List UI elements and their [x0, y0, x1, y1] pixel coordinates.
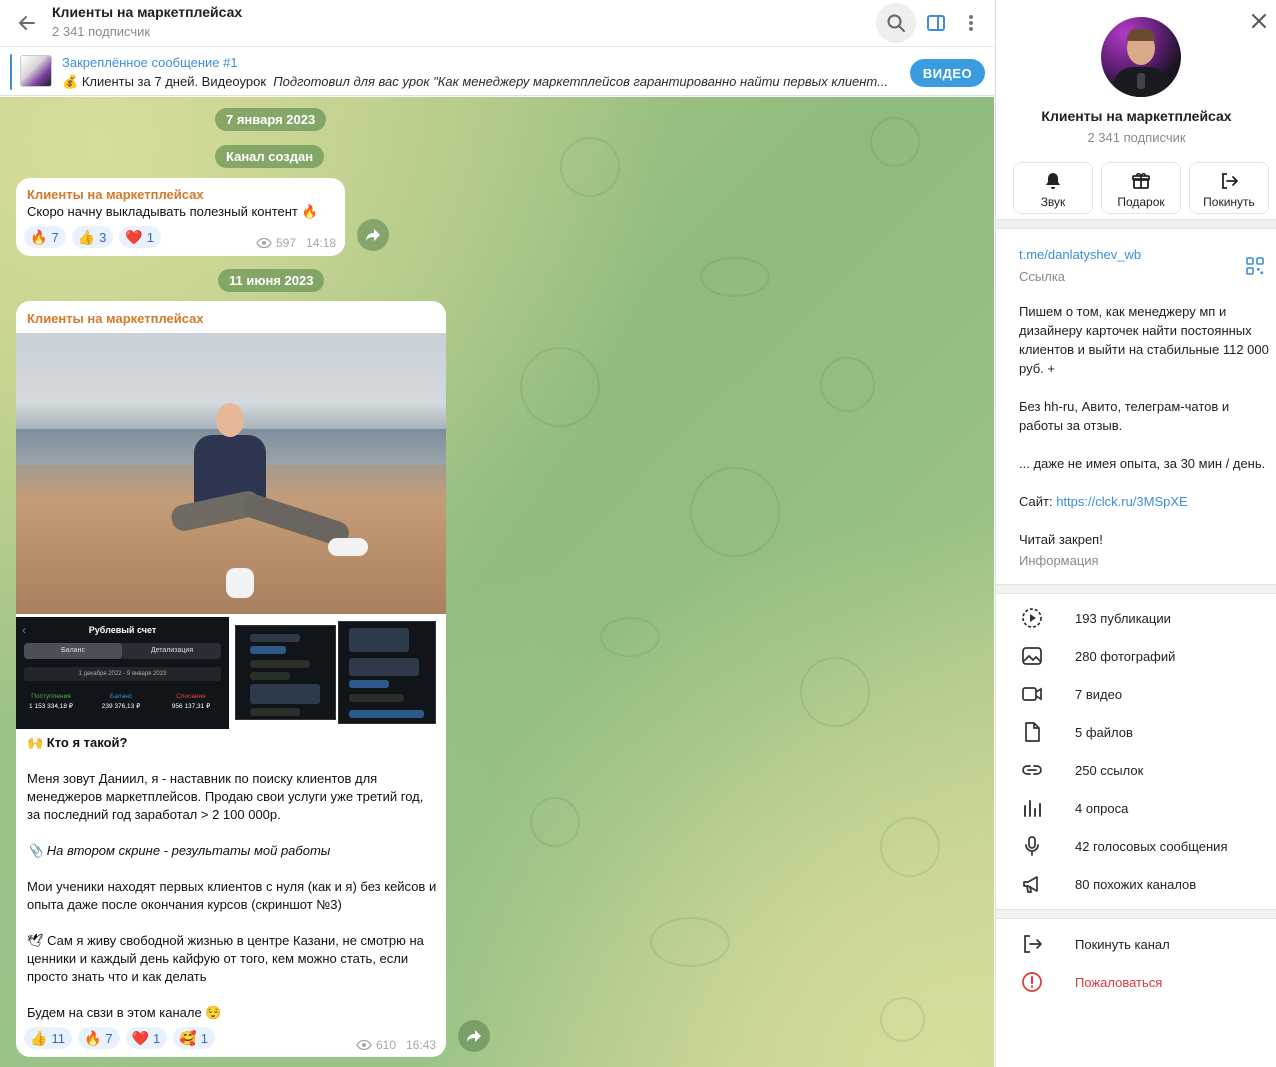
report-item[interactable]: Пожаловаться	[996, 963, 1276, 1001]
video-icon	[1020, 682, 1044, 706]
divider	[996, 219, 1276, 229]
sound-button[interactable]: Звук	[1013, 162, 1093, 214]
warning-icon	[1020, 970, 1044, 994]
screenshot-bank-balance[interactable]: ‹ Рублевый счет Баланс Детализация 1 дек…	[16, 617, 229, 729]
post-paragraph-italic: 📎 На втором скрине - результаты мой рабо…	[27, 843, 331, 858]
media-similar-channels[interactable]: 80 похожих каналов	[996, 865, 1276, 903]
channel-link[interactable]: t.me/danlatyshev_wb	[1019, 247, 1141, 262]
message-text: 🙌 Кто я такой? Меня зовут Даниил, я - на…	[27, 734, 437, 1022]
channel-name: Клиенты на маркетплейсах	[1041, 108, 1232, 124]
chat-area: Клиенты на маркетплейсах 2 341 подписчик…	[0, 0, 994, 1067]
reactions: 🔥 7 👍 3 ❤️ 1	[24, 226, 162, 248]
media-voice[interactable]: 42 голосовых сообщения	[996, 827, 1276, 865]
channel-avatar[interactable]	[1101, 17, 1181, 97]
message-time: 16:43	[406, 1038, 437, 1052]
message-bubble[interactable]: Клиенты на маркетплейсах Скоро начну вык…	[16, 178, 345, 256]
date-separator: 11 июня 2023	[218, 269, 325, 292]
media-links[interactable]: 250 ссылок	[996, 751, 1276, 789]
video-button[interactable]: ВИДЕО	[910, 59, 985, 87]
chat-header: Клиенты на маркетплейсах 2 341 подписчик	[0, 0, 994, 47]
media-files[interactable]: 5 файлов	[996, 713, 1276, 751]
reaction-fire[interactable]: 🔥 7	[24, 226, 66, 248]
chat-subscribers: 2 341 подписчик	[52, 24, 151, 39]
description-label: Информация	[1019, 553, 1099, 568]
channel-info-panel: Клиенты на маркетплейсах 2 341 подписчик…	[995, 0, 1276, 1067]
pinned-thumbnail	[20, 55, 52, 87]
side-panel-icon[interactable]	[916, 3, 956, 43]
search-icon[interactable]	[876, 3, 916, 43]
reaction-thumbs-up[interactable]: 👍 11	[24, 1027, 72, 1049]
bell-icon	[1046, 173, 1060, 189]
message-author[interactable]: Клиенты на маркетплейсах	[27, 311, 204, 326]
microphone-icon	[1020, 834, 1044, 858]
message-meta: 610 16:43	[356, 1038, 436, 1052]
reaction-fire[interactable]: 🔥 7	[77, 1027, 120, 1049]
megaphone-icon	[1020, 872, 1044, 896]
pinned-text: 💰 Клиенты за 7 дней. Видеоурок Подготови…	[62, 74, 894, 90]
message-text: Скоро начну выкладывать полезный контент…	[27, 204, 318, 219]
file-icon	[1020, 720, 1044, 744]
channel-subscribers: 2 341 подписчик	[1087, 130, 1186, 145]
chat-title[interactable]: Клиенты на маркетплейсах	[52, 4, 242, 20]
screenshot-student-chat[interactable]	[338, 621, 436, 724]
views-eye-icon	[256, 238, 272, 248]
close-icon[interactable]	[1250, 12, 1268, 30]
leave-icon	[1222, 173, 1238, 189]
post-paragraph: Меня зовут Даниил, я - наставник по поис…	[27, 771, 424, 822]
photo-beach[interactable]	[16, 333, 446, 614]
message-bubble[interactable]: Клиенты на маркетплейсах ‹ Рублевый счет…	[16, 301, 446, 1057]
views-eye-icon	[356, 1040, 372, 1050]
post-paragraph: Будем на свзи в этом канале 😌	[27, 1005, 222, 1020]
pinned-message-bar[interactable]: Закреплённое сообщение #1 💰 Клиенты за 7…	[0, 48, 994, 96]
pinned-title: Закреплённое сообщение #1	[62, 55, 238, 70]
pinned-text-plain: Клиенты за 7 дней. Видеоурок	[81, 74, 267, 89]
views-count: 597	[276, 236, 297, 250]
screenshot-chat-results[interactable]	[235, 625, 336, 720]
more-vertical-icon[interactable]	[951, 3, 991, 43]
qr-code-icon[interactable]	[1246, 257, 1264, 275]
link-icon	[1020, 758, 1044, 782]
leave-icon	[1020, 932, 1044, 956]
money-bag-emoji: 💰	[62, 74, 79, 89]
photo-icon	[1020, 644, 1044, 668]
media-posts[interactable]: 193 публикации	[996, 599, 1276, 637]
pinned-indicator	[10, 54, 12, 90]
post-paragraph: Мои ученики находят первых клиентов с ну…	[27, 879, 437, 912]
link-label: Ссылка	[1019, 269, 1066, 284]
reaction-thumbs-up[interactable]: 👍 3	[71, 226, 114, 248]
leave-button[interactable]: Покинуть	[1189, 162, 1269, 214]
divider	[996, 584, 1276, 594]
share-arrow-icon[interactable]	[458, 1020, 490, 1052]
date-separator: 7 января 2023	[215, 108, 327, 131]
gift-icon	[1132, 172, 1150, 189]
site-link[interactable]: https://clck.ru/3MSpXE	[1056, 494, 1188, 509]
service-message: Канал создан	[215, 145, 325, 168]
reactions: 👍 11 🔥 7 ❤️ 1 🥰 1	[24, 1027, 215, 1049]
channel-description: Пишем о том, как менеджеру мп и дизайнер…	[1019, 304, 1269, 547]
reaction-heart[interactable]: ❤️ 1	[125, 1027, 168, 1049]
post-paragraph: 🕊 Сам я живу свободной жизнью в центре К…	[27, 933, 424, 984]
share-arrow-icon[interactable]	[357, 219, 389, 251]
reaction-heart[interactable]: ❤️ 1	[119, 226, 162, 248]
gift-button[interactable]: Подарок	[1101, 162, 1181, 214]
views-count: 610	[376, 1038, 397, 1052]
media-videos[interactable]: 7 видео	[996, 675, 1276, 713]
message-time: 14:18	[306, 236, 337, 250]
leave-channel-item[interactable]: Покинуть канал	[996, 925, 1276, 963]
pinned-text-italic: Подготовил для вас урок "Как менеджеру м…	[273, 74, 888, 89]
message-author[interactable]: Клиенты на маркетплейсах	[27, 187, 204, 202]
media-photos[interactable]: 280 фотографий	[996, 637, 1276, 675]
poll-icon	[1020, 796, 1044, 820]
divider	[996, 909, 1276, 919]
post-heading: 🙌 Кто я такой?	[27, 735, 128, 750]
back-arrow-icon[interactable]	[14, 10, 40, 36]
media-polls[interactable]: 4 опроса	[996, 789, 1276, 827]
message-meta: 597 14:18	[256, 236, 336, 250]
reaction-smiling-hearts[interactable]: 🥰 1	[173, 1027, 215, 1049]
posts-icon	[1020, 606, 1044, 630]
